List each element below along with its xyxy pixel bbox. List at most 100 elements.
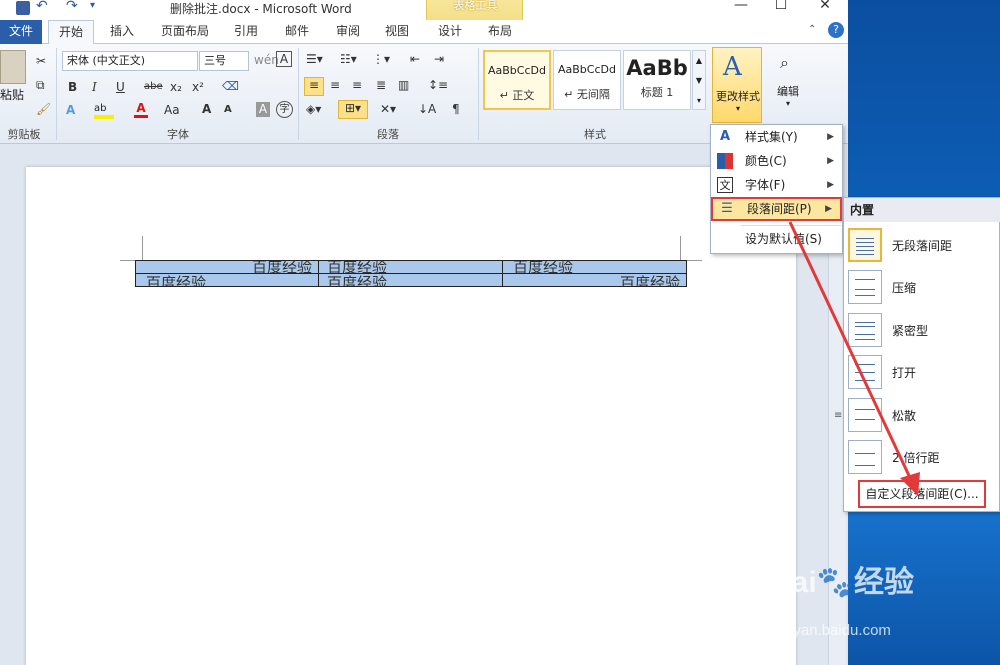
font-size-select[interactable]: 三号	[199, 51, 249, 71]
spacing-option-relaxed[interactable]: 松散	[844, 394, 1000, 436]
margin-guide	[142, 236, 143, 260]
italic-button[interactable]: I	[92, 80, 97, 94]
close-button[interactable]: ✕	[810, 0, 840, 17]
decrease-indent-icon[interactable]: ⇤	[410, 52, 420, 66]
menu-item-label: 设为默认值(S)	[745, 232, 822, 246]
align-right-icon[interactable]: ≡	[352, 78, 362, 92]
spacing-option-label: 压缩	[892, 281, 917, 295]
strikethrough-button[interactable]: abe	[144, 81, 163, 92]
scroll-thumb-icon[interactable]: ≡	[834, 410, 842, 421]
maximize-button[interactable]: ☐	[766, 0, 796, 17]
tab-insert[interactable]: 插入	[106, 20, 138, 44]
tab-home[interactable]: 开始	[48, 20, 94, 44]
numbering-icon[interactable]: ☷▾	[340, 52, 357, 66]
table-cell[interactable]: 百度经验	[135, 273, 319, 287]
text-effects-icon[interactable]: A	[66, 103, 75, 117]
sort-icon[interactable]: ↓A	[418, 102, 436, 116]
spacing-thumbnail-icon	[848, 355, 882, 389]
edit-button[interactable]: ⌕ 编辑 ▾	[768, 47, 808, 123]
tab-page-layout[interactable]: 页面布局	[157, 20, 213, 44]
chinese-layout-icon[interactable]: ✕▾	[380, 102, 396, 116]
multilevel-list-icon[interactable]: ⋮▾	[372, 52, 390, 66]
char-border-icon[interactable]: A	[276, 51, 292, 67]
bullets-icon[interactable]: ☰▾	[306, 52, 323, 66]
justify-icon[interactable]: ≣	[376, 78, 386, 92]
font-name-select[interactable]: 宋体 (中文正文)	[62, 51, 198, 71]
menu-item-set-default[interactable]: 设为默认值(S)	[711, 227, 842, 251]
table-cell[interactable]: 百度经验	[502, 273, 687, 287]
copy-icon[interactable]: ⧉	[36, 78, 45, 93]
align-left-icon[interactable]: ≡	[304, 77, 324, 96]
superscript-button[interactable]: x²	[192, 80, 204, 94]
align-center-icon[interactable]: ≡	[330, 78, 340, 92]
distributed-icon[interactable]: ▥	[398, 78, 409, 92]
collapse-ribbon-icon[interactable]: ⌃	[808, 24, 816, 35]
chevron-right-icon: ▶	[827, 156, 834, 166]
style-heading-1[interactable]: AaBb 标题 1	[623, 50, 691, 110]
spacing-option-double[interactable]: 2 倍行距	[844, 436, 1000, 478]
tab-layout[interactable]: 布局	[484, 20, 516, 44]
style-set-icon: A	[719, 129, 731, 144]
style-name: ↵ 正文	[499, 89, 535, 102]
minimize-button[interactable]: —	[726, 0, 756, 17]
style-name: ↵ 无间隔	[564, 88, 610, 101]
change-styles-button[interactable]: A 更改样式 ▾	[712, 47, 762, 123]
spacing-option-none[interactable]: 无段落间距	[844, 224, 1000, 266]
increase-indent-icon[interactable]: ⇥	[434, 52, 444, 66]
menu-item-label: 样式集(Y)	[745, 130, 798, 144]
subscript-button[interactable]: x₂	[170, 80, 182, 94]
paragraph-group-label: 段落	[377, 128, 399, 141]
char-shading-button[interactable]: A	[256, 102, 270, 117]
tab-view[interactable]: 视图	[381, 20, 413, 44]
grow-font-button[interactable]: A	[202, 102, 211, 116]
table-cell[interactable]: 百度经验	[135, 260, 319, 274]
font-color-icon[interactable]: A	[134, 101, 148, 118]
spacing-option-label: 紧密型	[892, 324, 929, 338]
spacing-option-open[interactable]: 打开	[844, 351, 1000, 393]
tab-file[interactable]: 文件	[0, 20, 42, 44]
menu-item-colors[interactable]: 颜色(C) ▶	[711, 149, 842, 173]
style-normal[interactable]: AaBbCcDd ↵ 正文	[483, 50, 551, 110]
paragraph-spacing-submenu: 内置 无段落间距 压缩 紧密型 打开 松散 2 倍行距 自定义段落间距(C)..…	[843, 197, 1000, 512]
undo-icon[interactable]: ↶	[36, 0, 48, 14]
help-icon[interactable]: ?	[828, 22, 844, 38]
custom-paragraph-spacing-button[interactable]: 自定义段落间距(C)...	[858, 480, 986, 508]
style-preview: AaBbCcDd	[558, 63, 616, 76]
tab-references[interactable]: 引用	[230, 20, 262, 44]
menu-item-style-set[interactable]: A 样式集(Y) ▶	[711, 125, 842, 149]
change-styles-menu: A 样式集(Y) ▶ 颜色(C) ▶ 文 字体(F) ▶ ☰ 段落间距(P) ▶…	[710, 124, 843, 254]
tab-review[interactable]: 审阅	[332, 20, 364, 44]
style-no-spacing[interactable]: AaBbCcDd ↵ 无间隔	[553, 50, 621, 110]
tab-mailings[interactable]: 邮件	[281, 20, 313, 44]
highlight-icon[interactable]: ab	[94, 103, 114, 119]
font-case-button[interactable]: Aa	[164, 103, 180, 117]
line-spacing-icon[interactable]: ↕≡	[428, 78, 448, 92]
format-painter-icon[interactable]: 🖌	[36, 102, 51, 116]
bold-button[interactable]: B	[68, 80, 77, 94]
paste-icon[interactable]	[0, 50, 26, 84]
tab-design[interactable]: 设计	[434, 20, 466, 44]
redo-icon[interactable]: ↷	[66, 0, 78, 14]
qat-customize-icon[interactable]: ▾	[90, 0, 95, 11]
paste-button[interactable]: 粘贴	[0, 86, 24, 103]
clear-format-icon[interactable]: ⌫	[222, 79, 239, 93]
menu-item-paragraph-spacing[interactable]: ☰ 段落间距(P) ▶	[711, 197, 842, 221]
underline-button[interactable]: U	[116, 80, 125, 94]
table-cell[interactable]: 百度经验	[502, 260, 687, 274]
spacing-option-compact[interactable]: 压缩	[844, 266, 1000, 308]
save-icon[interactable]	[16, 1, 30, 15]
borders-icon[interactable]: ⊞▾	[338, 100, 368, 119]
spacing-thumbnail-icon	[848, 313, 882, 347]
shading-icon[interactable]: ◈▾	[306, 102, 321, 116]
enclose-char-button[interactable]: 字	[276, 101, 293, 118]
table-cell[interactable]: 百度经验	[318, 273, 503, 287]
cut-icon[interactable]: ✂	[36, 54, 46, 68]
shrink-font-button[interactable]: A	[224, 104, 232, 115]
spacing-option-tight[interactable]: 紧密型	[844, 309, 1000, 351]
table-cell[interactable]: 百度经验	[318, 260, 503, 274]
menu-item-label: 颜色(C)	[745, 154, 787, 168]
group-separator	[478, 48, 479, 140]
menu-item-fonts[interactable]: 文 字体(F) ▶	[711, 173, 842, 197]
styles-scroll-icon[interactable]: ▲ ▼ ▾	[692, 50, 706, 110]
show-marks-icon[interactable]: ¶	[452, 102, 460, 116]
